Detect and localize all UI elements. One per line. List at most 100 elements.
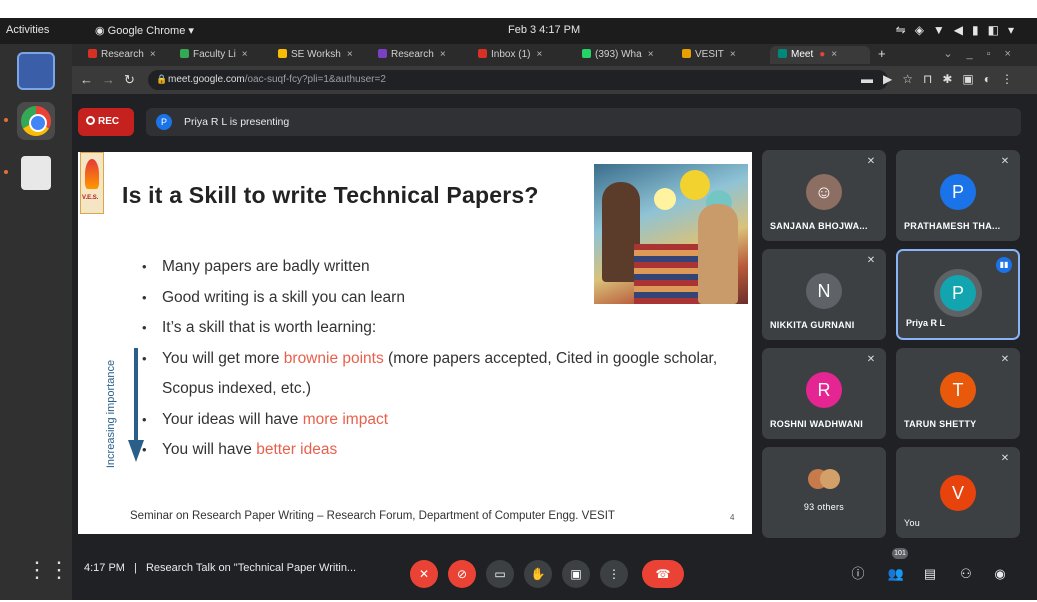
mic-off-icon: ✕ bbox=[1000, 354, 1010, 365]
system-top-bar: Activities ◉ Google Chrome ▾ Feb 3 4:17 … bbox=[0, 18, 1037, 44]
ves-logo-text: V.E.S. bbox=[82, 195, 99, 201]
url-path: /oac-suqf-fcy?pli=1&authuser=2 bbox=[244, 74, 386, 85]
participant-name: ROSHNI WADHWANI bbox=[770, 419, 863, 429]
system-tray-icons[interactable]: ⇋◈▼◀▮◧▾ bbox=[896, 23, 1023, 37]
captions-button[interactable]: ▭ bbox=[486, 560, 514, 588]
meeting-time: 4:17 PM bbox=[84, 562, 125, 574]
participant-tile-speaking[interactable]: ▮▮ P Priya R L bbox=[896, 249, 1020, 340]
tab-close-icon[interactable]: × bbox=[440, 49, 446, 60]
participant-tile[interactable]: ✕ P PRATHAMESH THA... bbox=[896, 150, 1020, 241]
slide-bullets: Many papers are badly written Good writi… bbox=[142, 252, 742, 466]
extension-icons[interactable]: ▬▶☆⊓✱▣◐⋮ bbox=[861, 72, 1023, 86]
recording-badge[interactable]: REC bbox=[78, 108, 134, 136]
others-count: 93 others bbox=[803, 502, 845, 512]
people-icon[interactable]: 👥 bbox=[886, 564, 906, 584]
tab-label: Research bbox=[391, 49, 434, 60]
participant-avatar: P bbox=[940, 275, 976, 311]
chrome-dock-icon[interactable] bbox=[17, 102, 55, 140]
tab-close-icon[interactable]: × bbox=[648, 49, 654, 60]
show-apps-icon[interactable]: ⋮⋮⋮ bbox=[26, 558, 92, 582]
leave-call-button[interactable]: ☎ bbox=[642, 560, 684, 588]
others-tile[interactable]: 93 others bbox=[762, 447, 886, 538]
bullet-item: Your ideas will have more impact bbox=[142, 405, 742, 436]
participant-avatar: N bbox=[806, 273, 842, 309]
participant-name: Priya R L bbox=[906, 318, 946, 328]
app-menu[interactable]: ◉ Google Chrome ▾ bbox=[95, 24, 194, 37]
rec-label: REC bbox=[98, 116, 120, 127]
tab-6[interactable]: VESIT × bbox=[674, 46, 770, 64]
window-controls[interactable]: ⌄_▫× bbox=[943, 47, 1025, 60]
tab-favicon bbox=[478, 49, 487, 58]
participant-tile[interactable]: ✕ T TARUN SHETTY bbox=[896, 348, 1020, 439]
presenting-text: Priya R L is presenting bbox=[184, 116, 290, 128]
tab-close-icon[interactable]: × bbox=[150, 49, 156, 60]
raise-hand-button[interactable]: ✋ bbox=[524, 560, 552, 588]
tab-3[interactable]: Research × bbox=[370, 46, 470, 64]
chrome-small-icon: ◉ bbox=[95, 25, 108, 37]
host-controls-icon[interactable]: ◉ bbox=[990, 564, 1010, 584]
participant-tile[interactable]: ✕ R ROSHNI WADHWANI bbox=[762, 348, 886, 439]
tab-favicon bbox=[88, 49, 97, 58]
mic-off-icon: ✕ bbox=[1000, 156, 1010, 167]
mic-off-button[interactable]: ✕ bbox=[410, 560, 438, 588]
highlight-text: more impact bbox=[302, 410, 389, 428]
tab-0[interactable]: Research × bbox=[80, 46, 172, 64]
tab-close-icon[interactable]: × bbox=[730, 49, 736, 60]
meet-toolbar: 4:17 PM | Research Talk on "Technical Pa… bbox=[72, 548, 1037, 600]
bullet-item: You will get more brownie points (more p… bbox=[142, 344, 742, 405]
arrow-down-icon bbox=[128, 440, 144, 462]
url-host: meet.google.com bbox=[168, 74, 245, 85]
screen: Activities ◉ Google Chrome ▾ Feb 3 4:17 … bbox=[0, 0, 1037, 602]
bullet-item: Good writing is a skill you can learn bbox=[142, 283, 742, 314]
participant-tile[interactable]: ✕ ☺ SANJANA BHOJWA... bbox=[762, 150, 886, 241]
meeting-info: 4:17 PM | Research Talk on "Technical Pa… bbox=[84, 562, 356, 574]
camera-off-button[interactable]: ⊘ bbox=[448, 560, 476, 588]
tab-close-icon[interactable]: × bbox=[831, 49, 837, 60]
tab-7-active[interactable]: Meet ● × bbox=[770, 46, 870, 64]
mic-off-icon: ✕ bbox=[866, 156, 876, 167]
address-input[interactable]: 🔒 meet.google.com/oac-suqf-fcy?pli=1&aut… bbox=[148, 70, 888, 90]
participant-avatar: P bbox=[940, 174, 976, 210]
text-editor-dock-icon[interactable] bbox=[21, 156, 51, 190]
people-count-badge: 101 bbox=[892, 548, 908, 559]
forward-icon[interactable]: → bbox=[102, 72, 115, 87]
importance-arrow bbox=[134, 348, 138, 442]
recording-dot-icon: ● bbox=[819, 49, 826, 60]
workspace-icon[interactable] bbox=[17, 52, 55, 90]
others-avatars bbox=[808, 469, 840, 493]
clock[interactable]: Feb 3 4:17 PM bbox=[508, 24, 580, 36]
tab-5[interactable]: (393) Wha × bbox=[574, 46, 674, 64]
activities-icon[interactable]: ⚇ bbox=[956, 564, 976, 584]
speaking-indicator-icon: ▮▮ bbox=[996, 257, 1012, 273]
tab-2[interactable]: SE Worksh × bbox=[270, 46, 370, 64]
running-indicator-chrome bbox=[4, 118, 8, 122]
meeting-details-icon[interactable]: ⓘ bbox=[848, 564, 868, 584]
tab-close-icon[interactable]: × bbox=[536, 49, 542, 60]
reload-icon[interactable]: ↻ bbox=[124, 72, 135, 88]
tab-label: Faculty Li bbox=[193, 49, 236, 60]
mic-off-icon: ✕ bbox=[866, 255, 876, 266]
bullet-item: It’s a skill that is worth learning: bbox=[142, 313, 742, 344]
present-button[interactable]: ▣ bbox=[562, 560, 590, 588]
more-options-button[interactable]: ⋮ bbox=[600, 560, 628, 588]
meeting-title: Research Talk on "Technical Paper Writin… bbox=[145, 562, 357, 574]
participant-tile[interactable]: ✕ N NIKKITA GURNANI bbox=[762, 249, 886, 340]
arrow-label: Increasing importance bbox=[105, 359, 117, 469]
participant-name: SANJANA BHOJWA... bbox=[770, 221, 868, 231]
tab-label: VESIT bbox=[695, 49, 724, 60]
tab-favicon bbox=[378, 49, 387, 58]
participant-name: TARUN SHETTY bbox=[904, 419, 977, 429]
new-tab-icon[interactable]: + bbox=[878, 46, 886, 61]
chat-icon[interactable]: ▤ bbox=[920, 564, 940, 584]
tab-favicon bbox=[778, 49, 787, 58]
tab-close-icon[interactable]: × bbox=[242, 49, 248, 60]
participant-photo: ☺ bbox=[806, 174, 842, 210]
activities-button[interactable]: Activities bbox=[6, 24, 49, 36]
tab-label: (393) Wha bbox=[595, 49, 642, 60]
mic-off-icon: ✕ bbox=[1000, 453, 1010, 464]
tab-close-icon[interactable]: × bbox=[347, 49, 353, 60]
self-tile[interactable]: ✕ V You bbox=[896, 447, 1020, 538]
tab-4[interactable]: Inbox (1) × bbox=[470, 46, 574, 64]
tab-1[interactable]: Faculty Li × bbox=[172, 46, 270, 64]
back-icon[interactable]: ← bbox=[80, 72, 93, 87]
